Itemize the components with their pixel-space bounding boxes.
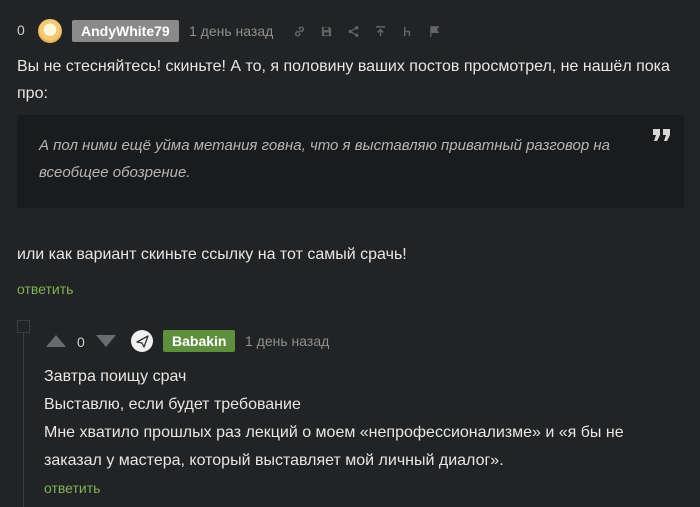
go-to-parent-icon[interactable] bbox=[371, 22, 389, 40]
flag-icon[interactable] bbox=[425, 22, 443, 40]
comment-rating: 0 bbox=[17, 22, 25, 38]
reply-link[interactable]: ответить bbox=[17, 281, 73, 297]
blockquote: А пол ними ещё уйма метания говна, что я… bbox=[17, 115, 684, 208]
avatar[interactable] bbox=[38, 19, 62, 43]
comment-time[interactable]: 1 день назад bbox=[189, 23, 273, 39]
comment-text: Вы не стесняйтесь! скиньте! А то, я поло… bbox=[17, 58, 670, 102]
branch-icon[interactable] bbox=[398, 22, 416, 40]
quote-text: А пол ними ещё уйма метания говна, что я… bbox=[39, 137, 610, 181]
comment-rating: 0 bbox=[77, 334, 85, 350]
comment-line: Завтра поищу срач bbox=[44, 368, 187, 385]
username-badge[interactable]: Babakin bbox=[163, 330, 236, 352]
link-icon[interactable] bbox=[290, 22, 308, 40]
comment-text-after-quote: или как вариант скиньте ссылку на тот са… bbox=[17, 246, 407, 263]
avatar[interactable] bbox=[131, 330, 153, 352]
share-icon[interactable] bbox=[344, 22, 362, 40]
downvote-icon[interactable] bbox=[95, 334, 117, 348]
comment-time[interactable]: 1 день назад bbox=[245, 333, 329, 349]
upvote-icon[interactable] bbox=[45, 334, 67, 348]
thread-line[interactable] bbox=[23, 333, 24, 507]
save-icon[interactable] bbox=[317, 22, 335, 40]
comment-tools bbox=[290, 22, 443, 40]
quote-icon bbox=[652, 127, 672, 143]
collapse-icon[interactable] bbox=[17, 320, 30, 333]
comment-line: Мне хватило прошлых раз лекций о моем «н… bbox=[44, 424, 624, 469]
comment-text: Завтра поищу срач Выставлю, если будет т… bbox=[44, 363, 684, 475]
comment-line: Выставлю, если будет требование bbox=[44, 396, 301, 413]
reply-link[interactable]: ответить bbox=[44, 480, 100, 496]
username-badge[interactable]: AndyWhite79 bbox=[72, 20, 179, 42]
